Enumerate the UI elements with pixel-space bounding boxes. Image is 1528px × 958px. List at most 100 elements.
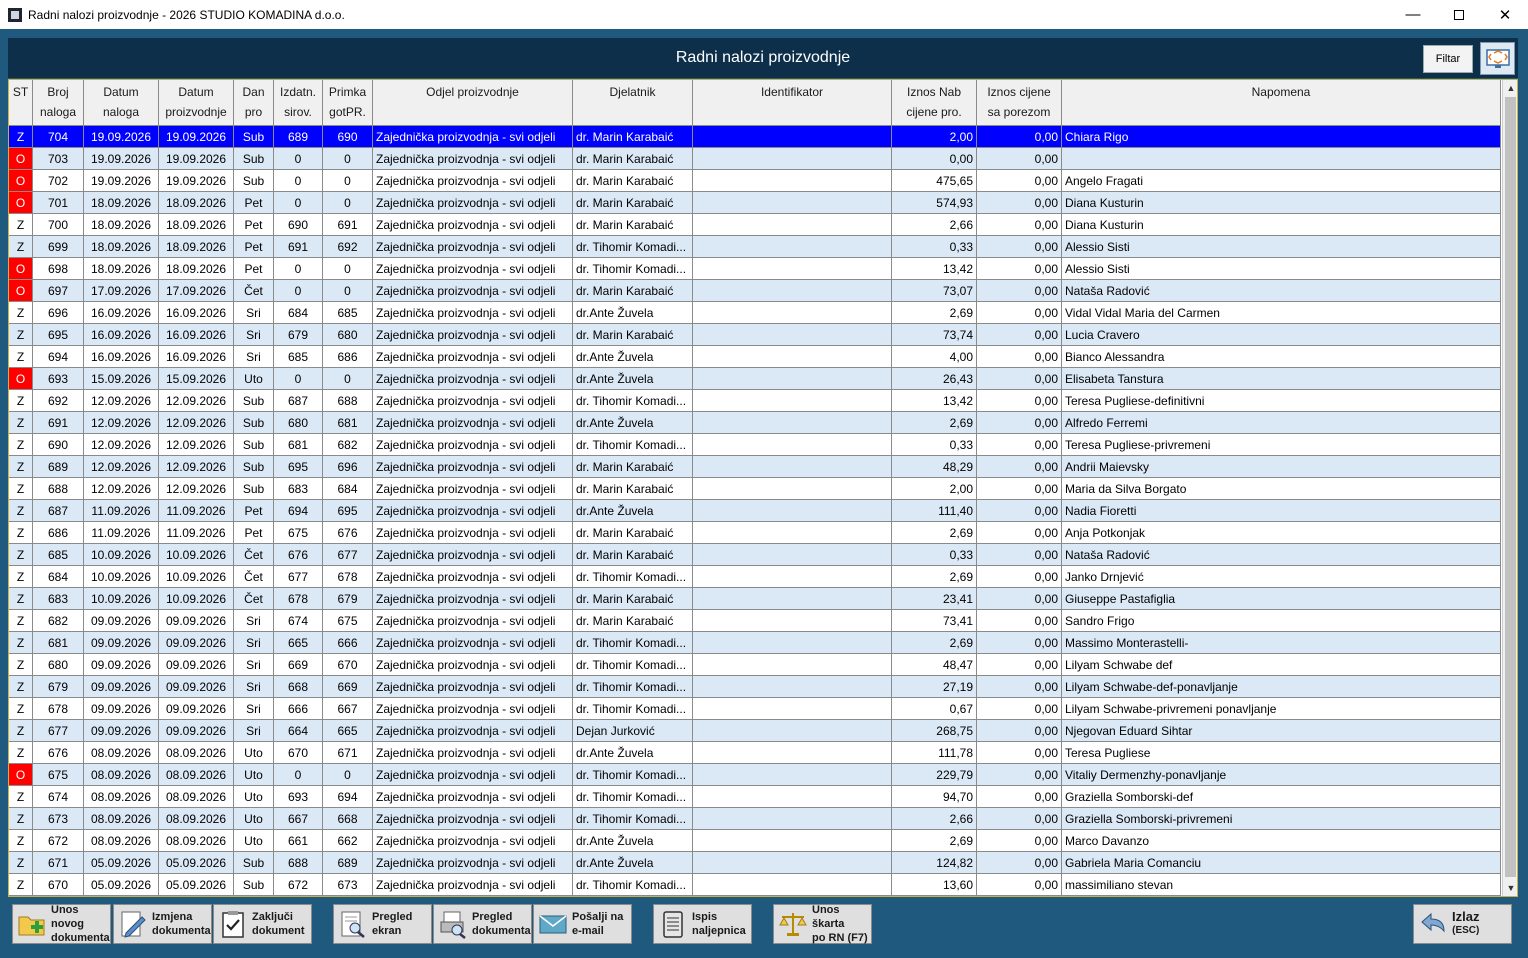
cell-datum_naloga: 11.09.2026 [84, 500, 159, 522]
cell-iznos_cijene: 0,00 [977, 412, 1062, 434]
table-row[interactable]: O 675 08.09.2026 08.09.2026 Uto 0 0 Zajednička … [9, 764, 1501, 786]
scrap-entry-label: Unos škarta po RN (F7) [812, 904, 868, 944]
table-row[interactable]: Z 671 05.09.2026 05.09.2026 Sub 688 689 Zajedni… [9, 852, 1501, 874]
table-row[interactable]: Z 679 09.09.2026 09.09.2026 Sri 668 669 Zajedni… [9, 676, 1501, 698]
cell-napomena: Teresa Pugliese-definitivni [1062, 390, 1501, 412]
cell-identifikator [693, 786, 892, 808]
cell-datum_naloga: 09.09.2026 [84, 676, 159, 698]
column-header-identifikator[interactable]: Identifikator [693, 80, 892, 126]
table-row[interactable]: Z 678 09.09.2026 09.09.2026 Sri 666 667 Zajedni… [9, 698, 1501, 720]
magnifier-doc-icon [338, 908, 368, 940]
close-button[interactable]: ✕ [1482, 0, 1528, 29]
table-row[interactable]: Z 694 16.09.2026 16.09.2026 Sri 685 686 Zajedni… [9, 346, 1501, 368]
table-row[interactable]: O 693 15.09.2026 15.09.2026 Uto 0 0 Zajednička … [9, 368, 1501, 390]
table-row[interactable]: Z 674 08.09.2026 08.09.2026 Uto 693 694 Zajedni… [9, 786, 1501, 808]
cell-djelatnik: dr.Ante Žuvela [573, 742, 693, 764]
cell-st: Z [9, 390, 33, 412]
cell-dan: Sri [234, 698, 274, 720]
table-row[interactable]: Z 691 12.09.2026 12.09.2026 Sub 680 681 Zajedni… [9, 412, 1501, 434]
cell-dan: Pet [234, 192, 274, 214]
orders-grid[interactable]: ST Broj naloga Datum naloga Datum proizvodn… [8, 79, 1518, 897]
column-header-datum_proizvodnje[interactable]: Datum proizvodnje [159, 80, 234, 126]
table-row[interactable]: Z 690 12.09.2026 12.09.2026 Sub 681 682 Zajedni… [9, 434, 1501, 456]
column-header-izdatn[interactable]: Izdatn. sirov. [274, 80, 323, 126]
cell-iznos_nab: 0,67 [892, 698, 977, 720]
scroll-up-icon[interactable]: ▲ [1503, 80, 1517, 96]
column-header-st[interactable]: ST [9, 80, 33, 126]
filter-button[interactable]: Filtar [1423, 45, 1473, 73]
column-header-datum_naloga[interactable]: Datum naloga [84, 80, 159, 126]
table-row[interactable]: Z 696 16.09.2026 16.09.2026 Sri 684 685 Zajedni… [9, 302, 1501, 324]
cell-napomena: Massimo Monterastelli- [1062, 632, 1501, 654]
table-row[interactable]: Z 695 16.09.2026 16.09.2026 Sri 679 680 Zajedni… [9, 324, 1501, 346]
column-header-dan[interactable]: Dan pro [234, 80, 274, 126]
table-row[interactable]: Z 680 09.09.2026 09.09.2026 Sri 669 670 Zajedni… [9, 654, 1501, 676]
cell-broj: 675 [33, 764, 84, 786]
preview-screen-button[interactable]: Pregled ekran [333, 904, 432, 944]
preview-document-button[interactable]: Pregled dokumenta [433, 904, 532, 944]
column-header-iznos_nab[interactable]: Iznos Nab cijene pro. [892, 80, 977, 126]
table-row[interactable]: Z 683 10.09.2026 10.09.2026 Čet 678 679 Zajedni… [9, 588, 1501, 610]
table-row[interactable]: O 702 19.09.2026 19.09.2026 Sub 0 0 Zajednička … [9, 170, 1501, 192]
table-row[interactable]: Z 686 11.09.2026 11.09.2026 Pet 675 676 Zajedni… [9, 522, 1501, 544]
table-row[interactable]: Z 704 19.09.2026 19.09.2026 Sub 689 690 Zajedni… [9, 126, 1501, 148]
table-row[interactable]: O 698 18.09.2026 18.09.2026 Pet 0 0 Zajednička … [9, 258, 1501, 280]
column-header-broj[interactable]: Broj naloga [33, 80, 84, 126]
cell-st: O [9, 764, 33, 786]
back-arrow-icon [1418, 908, 1448, 940]
close-document-button[interactable]: Zaključi dokument [213, 904, 312, 944]
cell-iznos_cijene: 0,00 [977, 280, 1062, 302]
table-row[interactable]: O 703 19.09.2026 19.09.2026 Sub 0 0 Zajednička … [9, 148, 1501, 170]
scroll-thumb[interactable] [1505, 97, 1516, 877]
cell-iznos_cijene: 0,00 [977, 588, 1062, 610]
cell-dan: Sri [234, 610, 274, 632]
cell-dan: Čet [234, 566, 274, 588]
scrap-entry-button[interactable]: Unos škarta po RN (F7) [773, 904, 872, 944]
table-row[interactable]: Z 692 12.09.2026 12.09.2026 Sub 687 688 Zajedni… [9, 390, 1501, 412]
cell-iznos_cijene: 0,00 [977, 566, 1062, 588]
table-row[interactable]: Z 673 08.09.2026 08.09.2026 Uto 667 668 Zajedni… [9, 808, 1501, 830]
cell-identifikator [693, 544, 892, 566]
table-row[interactable]: O 697 17.09.2026 17.09.2026 Čet 0 0 Zajednička … [9, 280, 1501, 302]
cell-datum_proizvodnje: 09.09.2026 [159, 632, 234, 654]
minimize-button[interactable]: — [1390, 0, 1436, 29]
column-header-primka[interactable]: Primka gotPR. [323, 80, 373, 126]
column-header-djelatnik[interactable]: Djelatnik [573, 80, 693, 126]
table-row[interactable]: O 701 18.09.2026 18.09.2026 Pet 0 0 Zajednička … [9, 192, 1501, 214]
cell-primka: 680 [323, 324, 373, 346]
column-header-napomena[interactable]: Napomena [1062, 80, 1501, 126]
table-row[interactable]: Z 688 12.09.2026 12.09.2026 Sub 683 684 Zajedni… [9, 478, 1501, 500]
cell-djelatnik: dr.Ante Žuvela [573, 830, 693, 852]
table-row[interactable]: Z 699 18.09.2026 18.09.2026 Pet 691 692 Zajedni… [9, 236, 1501, 258]
exit-button[interactable]: Izlaz (ESC) [1413, 904, 1512, 944]
cell-izdatn: 680 [274, 412, 323, 434]
scroll-down-icon[interactable]: ▼ [1503, 880, 1517, 896]
cell-datum_naloga: 10.09.2026 [84, 544, 159, 566]
table-row[interactable]: Z 700 18.09.2026 18.09.2026 Pet 690 691 Zajedni… [9, 214, 1501, 236]
table-row[interactable]: Z 684 10.09.2026 10.09.2026 Čet 677 678 Zajedni… [9, 566, 1501, 588]
vertical-scrollbar[interactable]: ▲ ▼ [1502, 80, 1517, 896]
maximize-button[interactable] [1436, 0, 1482, 29]
table-row[interactable]: Z 676 08.09.2026 08.09.2026 Uto 670 671 Zajedni… [9, 742, 1501, 764]
cell-identifikator [693, 478, 892, 500]
new-document-button[interactable]: Unos novog dokumenta [12, 904, 111, 944]
edit-document-button[interactable]: Izmjena dokumenta [113, 904, 212, 944]
screen-settings-button[interactable] [1480, 42, 1515, 75]
column-header-iznos_cijene[interactable]: Iznos cijene sa porezom [977, 80, 1062, 126]
table-row[interactable]: Z 672 08.09.2026 08.09.2026 Uto 661 662 Zajedni… [9, 830, 1501, 852]
table-row[interactable]: Z 670 05.09.2026 05.09.2026 Sub 672 673 Zajedni… [9, 874, 1501, 896]
table-row[interactable]: Z 682 09.09.2026 09.09.2026 Sri 674 675 Zajedni… [9, 610, 1501, 632]
print-labels-button[interactable]: Ispis naljepnica [653, 904, 752, 944]
column-header-odjel[interactable]: Odjel proizvodnje [373, 80, 573, 126]
table-row[interactable]: Z 689 12.09.2026 12.09.2026 Sub 695 696 Zajedni… [9, 456, 1501, 478]
table-row[interactable]: Z 685 10.09.2026 10.09.2026 Čet 676 677 Zajedni… [9, 544, 1501, 566]
send-email-button[interactable]: Pošalji na e-mail [533, 904, 632, 944]
cell-datum_proizvodnje: 11.09.2026 [159, 522, 234, 544]
cell-iznos_cijene: 0,00 [977, 368, 1062, 390]
cell-izdatn: 665 [274, 632, 323, 654]
cell-st: Z [9, 808, 33, 830]
table-row[interactable]: Z 681 09.09.2026 09.09.2026 Sri 665 666 Zajedni… [9, 632, 1501, 654]
table-row[interactable]: Z 677 09.09.2026 09.09.2026 Sri 664 665 Zajedni… [9, 720, 1501, 742]
cell-datum_naloga: 16.09.2026 [84, 302, 159, 324]
table-row[interactable]: Z 687 11.09.2026 11.09.2026 Pet 694 695 Zajedni… [9, 500, 1501, 522]
